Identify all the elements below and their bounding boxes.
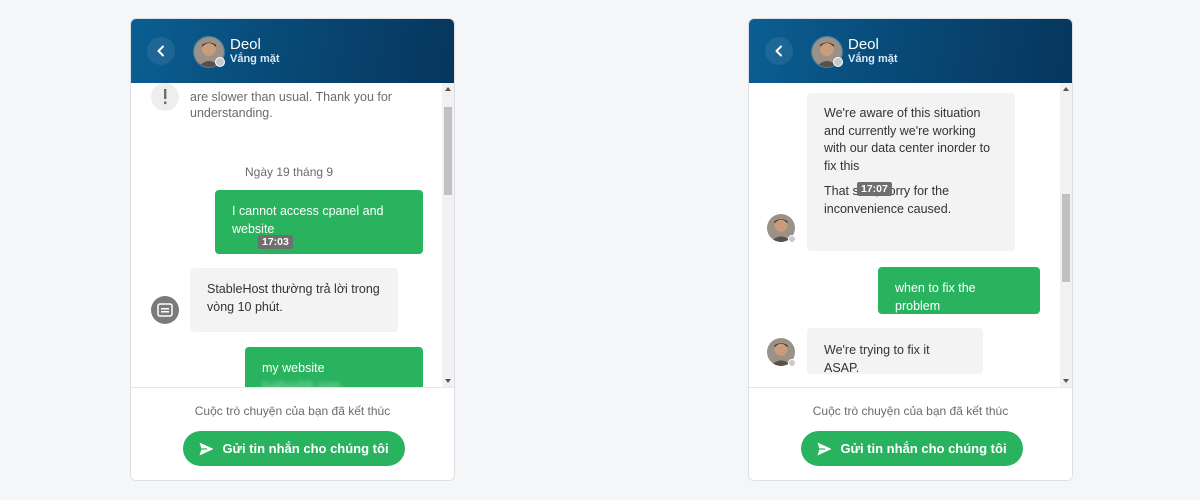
send-button-label: Gửi tin nhắn cho chúng tôi [222, 441, 389, 456]
bot-message: StableHost thường trả lời trong vòng 10 … [190, 268, 398, 332]
exclamation-icon [151, 83, 179, 111]
chat-header: Deol Vắng mặt [749, 19, 1072, 83]
system-notice-line: understanding. [190, 106, 273, 120]
scrollbar-thumb[interactable] [1062, 194, 1070, 282]
agent-name: Deol [848, 36, 879, 53]
chat-widget-left: Deol Vắng mặt are slower than usual. Tha… [130, 18, 455, 481]
message-text: fix this [824, 158, 860, 173]
paper-plane-icon [817, 442, 832, 455]
agent-message: We're aware of this situation and curren… [807, 93, 1015, 251]
scrollbar-thumb[interactable] [444, 107, 452, 195]
scroll-down-arrow-icon[interactable] [1063, 379, 1069, 383]
status-dot [215, 57, 225, 67]
user-message: my website tuahuyhb.com [245, 347, 423, 387]
status-dot [788, 235, 796, 243]
paper-plane-icon [199, 442, 214, 455]
chevron-left-icon [775, 45, 782, 57]
chat-footer: Cuộc trò chuyện của bạn đã kết thúc Gửi … [131, 387, 454, 480]
message-text: and currently we're working [824, 123, 976, 138]
status-dot [788, 359, 796, 367]
chat-widget-right: Deol Vắng mặt We're aware of this situat… [748, 18, 1073, 481]
user-message: when to fix the problem [878, 267, 1040, 314]
message-text: StableHost thường trả lời trong [207, 282, 380, 296]
message-text: That said, sorry for the [824, 184, 950, 198]
agent-message: We're trying to fix it ASAP. [807, 328, 983, 375]
chat-header: Deol Vắng mặt [131, 19, 454, 83]
conversation-ended-note: Cuộc trò chuyện của bạn đã kết thúc [194, 404, 391, 418]
blurred-url: tuahuyhb.com [262, 378, 341, 388]
back-button[interactable] [147, 37, 175, 65]
message-list: We're aware of this situation and curren… [749, 83, 1062, 387]
scrollbar[interactable] [1060, 83, 1072, 387]
system-notice-line: are slower than usual. Thank you for [190, 90, 392, 104]
message-text: when to fix the problem [895, 281, 976, 313]
agent-name: Deol [230, 36, 261, 53]
message-text: vòng 10 phút. [207, 299, 283, 314]
message-text: I cannot access cpanel and [232, 204, 384, 218]
scroll-up-arrow-icon[interactable] [1063, 87, 1069, 91]
status-dot [833, 57, 843, 67]
message-text: with our data center inorder to [824, 141, 991, 155]
message-text: We're trying to fix it ASAP. [824, 343, 930, 375]
user-message: I cannot access cpanel and website [215, 190, 423, 254]
chat-bot-icon [151, 296, 179, 324]
agent-status: Vắng mặt [230, 53, 280, 65]
send-message-button[interactable]: Gửi tin nhắn cho chúng tôi [183, 431, 405, 466]
message-text: We're aware of this situation [824, 106, 981, 120]
chevron-left-icon [157, 45, 164, 57]
message-time: 17:07 [857, 182, 892, 196]
message-text: my website [262, 361, 325, 375]
date-separator: Ngày 19 tháng 9 [245, 165, 334, 179]
agent-status: Vắng mặt [848, 53, 898, 65]
message-time: 17:03 [258, 235, 293, 249]
back-button[interactable] [765, 37, 793, 65]
chat-footer: Cuộc trò chuyện của bạn đã kết thúc Gửi … [749, 387, 1072, 480]
message-text: inconvenience caused. [824, 201, 952, 216]
scrollbar[interactable] [442, 83, 454, 387]
message-list: are slower than usual. Thank you for und… [131, 83, 444, 387]
send-message-button[interactable]: Gửi tin nhắn cho chúng tôi [801, 431, 1023, 466]
scroll-down-arrow-icon[interactable] [445, 379, 451, 383]
send-button-label: Gửi tin nhắn cho chúng tôi [840, 441, 1007, 456]
conversation-ended-note: Cuộc trò chuyện của bạn đã kết thúc [812, 404, 1009, 418]
scroll-up-arrow-icon[interactable] [445, 87, 451, 91]
